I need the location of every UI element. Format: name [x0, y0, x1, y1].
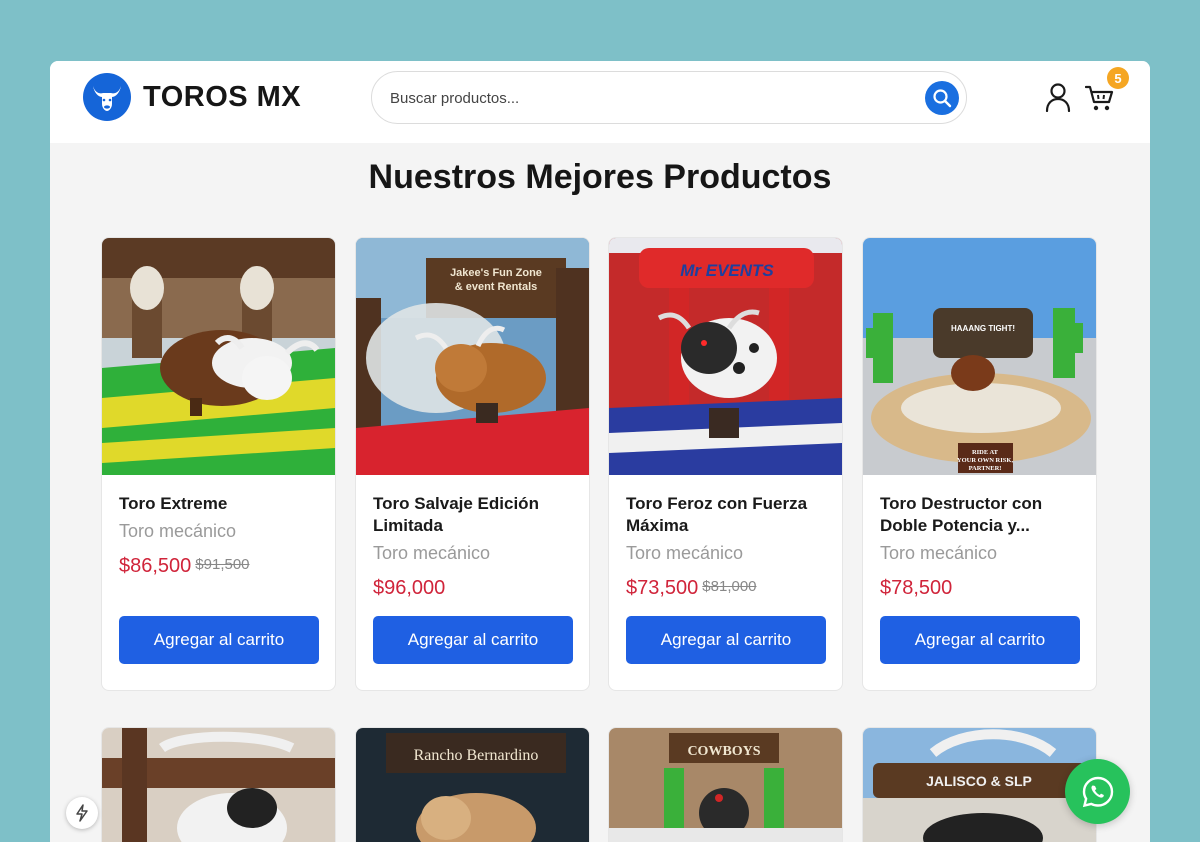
product-image[interactable]: JALISCO & SLP: [863, 728, 1096, 842]
product-name[interactable]: Toro Salvaje Edición Limitada: [373, 493, 578, 537]
product-card[interactable]: [101, 727, 336, 842]
product-card[interactable]: Mr EVENTS Toro Feroz con Fuerza Máxima T…: [608, 237, 843, 691]
search-button[interactable]: [925, 81, 959, 115]
product-category: Toro mecánico: [119, 521, 237, 541]
svg-text:HAAANG TIGHT!: HAAANG TIGHT!: [951, 324, 1015, 333]
site-header: TOROS MX 5: [50, 61, 1150, 143]
product-image[interactable]: COWBOYS: [609, 728, 842, 842]
add-to-cart-button[interactable]: Agregar al carrito: [373, 616, 573, 664]
search-bar: [371, 71, 967, 124]
whatsapp-icon: [1082, 776, 1113, 807]
product-price: $86,500 $91,500: [119, 555, 250, 578]
original-price: $81,000: [702, 578, 757, 595]
add-to-cart-button[interactable]: Agregar al carrito: [880, 616, 1080, 664]
original-price: $91,500: [195, 556, 250, 573]
product-name[interactable]: Toro Feroz con Fuerza Máxima: [626, 493, 831, 537]
user-account-icon[interactable]: [1044, 82, 1072, 113]
product-category: Toro mecánico: [373, 543, 491, 563]
svg-text:JALISCO & SLP: JALISCO & SLP: [926, 773, 1032, 789]
product-image[interactable]: Mr EVENTS: [609, 238, 842, 475]
add-to-cart-button[interactable]: Agregar al carrito: [119, 616, 319, 664]
product-image[interactable]: [102, 238, 335, 475]
product-category: Toro mecánico: [880, 543, 998, 563]
section-title: Nuestros Mejores Productos: [368, 158, 832, 196]
svg-text:Rancho Bernardino: Rancho Bernardino: [414, 747, 539, 764]
product-card[interactable]: HAAANG TIGHT! RIDE AT YOUR OWN RISK, PAR…: [862, 237, 1097, 691]
svg-text:& event Rentals: & event Rentals: [455, 281, 538, 293]
current-price: $73,500: [626, 577, 699, 599]
product-card[interactable]: Toro Extreme Toro mecánico $86,500 $91,50…: [101, 237, 336, 691]
svg-text:PARTNER!: PARTNER!: [969, 465, 1002, 472]
lightning-icon: [76, 804, 88, 822]
product-name[interactable]: Toro Destructor con Doble Potencia y...: [880, 493, 1085, 537]
whatsapp-button[interactable]: [1065, 759, 1130, 824]
product-image[interactable]: HAAANG TIGHT! RIDE AT YOUR OWN RISK, PAR…: [863, 238, 1096, 475]
svg-text:Jakee's Fun Zone: Jakee's Fun Zone: [450, 267, 542, 279]
product-category: Toro mecánico: [626, 543, 744, 563]
product-image[interactable]: Rancho Bernardino: [356, 728, 589, 842]
svg-text:COWBOYS: COWBOYS: [687, 744, 760, 759]
product-price: $78,500: [880, 577, 956, 600]
product-image[interactable]: Jakee's Fun Zone & event Rentals: [356, 238, 589, 475]
product-card[interactable]: Rancho Bernardino: [355, 727, 590, 842]
svg-text:Mr EVENTS: Mr EVENTS: [680, 261, 774, 280]
browser-window: TOROS MX 5 Nues: [50, 61, 1150, 842]
brand-name[interactable]: TOROS MX: [143, 81, 301, 114]
current-price: $96,000: [373, 577, 446, 599]
product-card[interactable]: COWBOYS: [608, 727, 843, 842]
product-price: $73,500 $81,000: [626, 577, 757, 600]
cart-count-badge: 5: [1107, 67, 1129, 89]
add-to-cart-button[interactable]: Agregar al carrito: [626, 616, 826, 664]
product-price: $96,000: [373, 577, 449, 600]
svg-text:YOUR OWN RISK,: YOUR OWN RISK,: [957, 457, 1014, 464]
current-price: $78,500: [880, 577, 953, 599]
product-image[interactable]: [102, 728, 335, 842]
current-price: $86,500: [119, 555, 192, 577]
product-name[interactable]: Toro Extreme: [119, 493, 324, 515]
product-card[interactable]: Jakee's Fun Zone & event Rentals Toro Sa…: [355, 237, 590, 691]
search-input[interactable]: [390, 86, 910, 110]
bull-logo-icon[interactable]: [83, 73, 131, 121]
quick-action-button[interactable]: [66, 797, 98, 829]
svg-text:RIDE AT: RIDE AT: [972, 449, 999, 456]
product-card[interactable]: JALISCO & SLP: [862, 727, 1097, 842]
shopping-cart-icon[interactable]: [1084, 84, 1115, 112]
search-icon: [933, 89, 952, 108]
